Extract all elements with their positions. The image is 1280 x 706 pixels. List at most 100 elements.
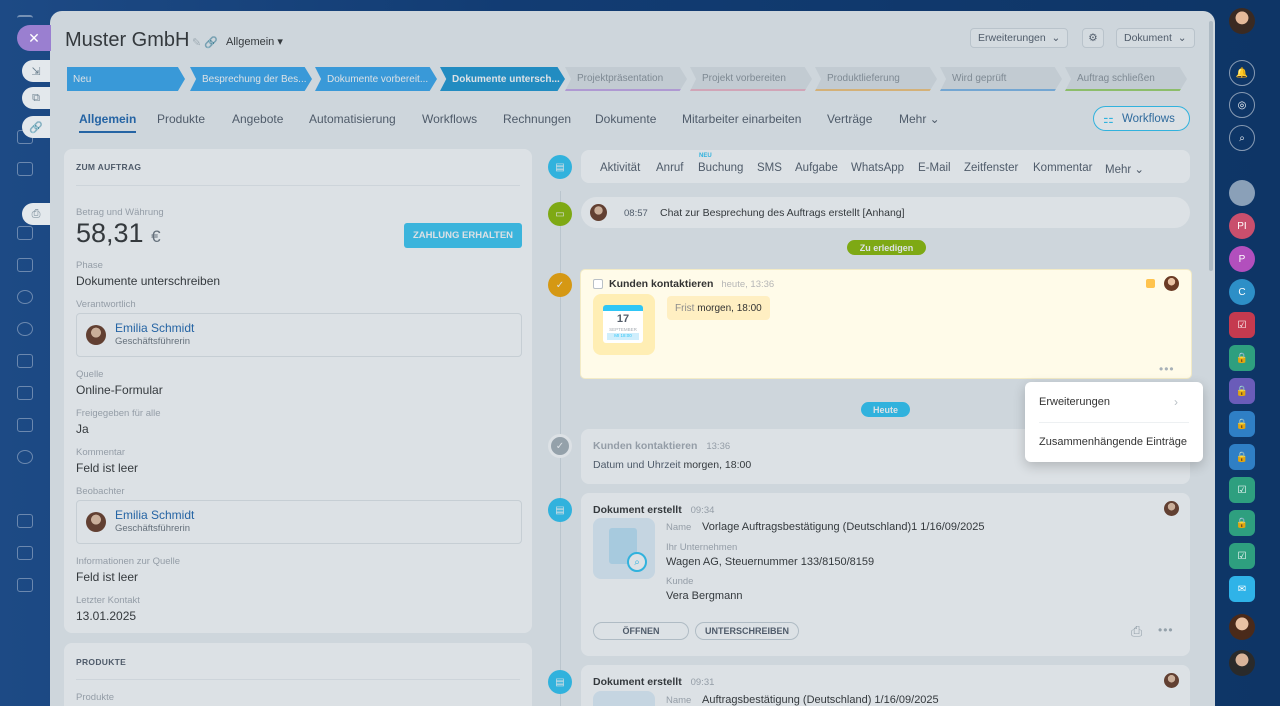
store-icon[interactable] — [17, 354, 33, 368]
chat-icon[interactable] — [17, 162, 33, 176]
timeslot-item[interactable]: Zeitfenster — [964, 162, 1018, 174]
tab-mitarbeiter-einarbeiten[interactable]: Mitarbeiter einarbeiten — [682, 112, 801, 126]
task-chat-icon[interactable]: ☑ — [1229, 312, 1255, 338]
tab-produkte[interactable]: Produkte — [157, 112, 205, 126]
settings-gear-icon[interactable]: ⚙ — [1082, 28, 1104, 48]
target-icon[interactable]: ◎ — [1229, 92, 1255, 118]
more-item[interactable]: Mehr ⌄ — [1105, 162, 1144, 176]
section-title: ZUM AUFTRAG — [76, 162, 142, 172]
booking-item[interactable]: Buchung — [698, 162, 743, 174]
edit-title-icon[interactable]: ✎ 🔗 — [192, 36, 218, 49]
stage-item-current[interactable]: Dokumente untersch... — [440, 67, 565, 91]
notifications-icon[interactable]: 🔔 — [1229, 60, 1255, 86]
contact-avatar-p[interactable]: P — [1229, 246, 1255, 272]
task-chat-icon[interactable]: ☑ — [1229, 477, 1255, 503]
settings-icon[interactable] — [17, 450, 33, 464]
contacts-icon[interactable] — [17, 290, 33, 304]
minimize-icon[interactable]: ⇲ — [22, 60, 50, 82]
tab-angebote[interactable]: Angebote — [232, 112, 283, 126]
crm-icon[interactable] — [17, 418, 33, 432]
document-button[interactable]: Dokument ⌄ — [1116, 28, 1195, 48]
print-side-icon[interactable]: ⎙ — [22, 203, 50, 225]
menu-item-extensions[interactable]: Erweiterungen — [1039, 396, 1110, 408]
contact-avatar-c[interactable]: C — [1229, 279, 1255, 305]
menu-icon[interactable] — [17, 15, 33, 23]
todo-title-text[interactable]: Kunden kontaktieren — [609, 278, 713, 290]
sites-icon[interactable] — [17, 322, 33, 336]
category-selector[interactable]: Allgemein ▾ — [226, 35, 283, 48]
contact-avatar[interactable] — [1229, 650, 1255, 676]
stage-item[interactable]: Besprechung der Bes... — [190, 67, 312, 91]
tab-automatisierung[interactable]: Automatisierung — [309, 112, 396, 126]
open-button[interactable]: ÖFFNEN — [593, 622, 689, 640]
calendar-month: SEPTEMBER — [609, 327, 637, 332]
payment-received-button[interactable]: ZAHLUNG ERHALTEN — [404, 223, 522, 248]
todo-checkbox[interactable] — [593, 279, 603, 289]
edit-icon[interactable] — [17, 386, 33, 400]
stage-item[interactable]: Wird geprüft — [940, 67, 1062, 91]
tab-allgemein[interactable]: Allgemein — [79, 112, 137, 133]
sign-button[interactable]: UNTERSCHREIBEN — [695, 622, 799, 640]
mail-icon[interactable] — [17, 258, 33, 272]
copy-link-icon[interactable]: 🔗 — [22, 116, 50, 138]
stage-item[interactable]: Neu — [67, 67, 185, 91]
tab-dokumente[interactable]: Dokumente — [595, 112, 656, 126]
search-chat-icon[interactable]: ⌕ — [1229, 125, 1255, 151]
contact-avatar-pi[interactable]: PI — [1229, 213, 1255, 239]
lock-chat-icon[interactable]: 🔒 — [1229, 378, 1255, 404]
done-detail-value: morgen, 18:00 — [683, 459, 752, 471]
stage-item[interactable]: Dokumente vorbereit... — [315, 67, 437, 91]
more-options-icon[interactable]: ••• — [1158, 623, 1174, 637]
group-avatar[interactable] — [1229, 180, 1255, 206]
chat-text[interactable]: Chat zur Besprechung des Auftrags erstel… — [660, 207, 905, 219]
user-avatar[interactable] — [1229, 8, 1255, 34]
more-options-icon[interactable]: ••• — [1159, 362, 1175, 376]
stage-item[interactable]: Projekt vorbereiten — [690, 67, 812, 91]
deadline-chip[interactable]: Frist morgen, 18:00 — [667, 296, 770, 320]
comment-item[interactable]: Kommentar — [1033, 162, 1092, 174]
priority-flag-icon[interactable] — [1146, 279, 1155, 288]
doc1-company-label: Ihr Unternehmen — [666, 542, 738, 553]
lock-chat-icon[interactable]: 🔒 — [1229, 411, 1255, 437]
sms-item[interactable]: SMS — [757, 162, 782, 174]
task-chat-icon[interactable]: ☑ — [1229, 543, 1255, 569]
tab-workflows[interactable]: Workflows — [422, 112, 477, 126]
divider — [76, 679, 520, 680]
tab-vertraege[interactable]: Verträge — [827, 112, 872, 126]
reports-icon[interactable] — [17, 546, 33, 560]
lock-chat-icon[interactable]: 🔒 — [1229, 510, 1255, 536]
email-item[interactable]: E-Mail — [918, 162, 951, 174]
scrollbar[interactable] — [1209, 21, 1213, 271]
chevron-right-icon: › — [1174, 395, 1178, 409]
responsible-person[interactable]: Emilia Schmidt Geschäftsführerin — [76, 313, 522, 357]
observer-person[interactable]: Emilia Schmidt Geschäftsführerin — [76, 500, 522, 544]
apps-icon[interactable] — [17, 578, 33, 592]
workflows-button[interactable]: ⚏ Workflows — [1093, 106, 1190, 131]
call-item[interactable]: Anruf — [656, 162, 684, 174]
tab-mehr[interactable]: Mehr ⌄ — [899, 112, 940, 126]
whatsapp-item[interactable]: WhatsApp — [851, 162, 904, 174]
document-label: Dokument — [1124, 32, 1172, 44]
responsible-name[interactable]: Emilia Schmidt — [115, 321, 194, 335]
lock-chat-icon[interactable]: 🔒 — [1229, 444, 1255, 470]
tasks-icon[interactable] — [17, 226, 33, 240]
extensions-button[interactable]: Erweiterungen ⌄ — [970, 28, 1069, 48]
document-thumbnail-icon[interactable] — [593, 691, 655, 706]
menu-item-related-entries[interactable]: Zusammenhängende Einträge — [1039, 436, 1187, 448]
contact-avatar[interactable] — [1229, 614, 1255, 640]
stage-item[interactable]: Produktlieferung — [815, 67, 937, 91]
calendar-icon[interactable] — [17, 514, 33, 528]
open-new-window-icon[interactable]: ⧉ — [22, 87, 50, 109]
message-chat-icon[interactable]: ✉ — [1229, 576, 1255, 602]
tab-rechnungen[interactable]: Rechnungen — [503, 112, 571, 126]
todo-card[interactable]: Kunden kontaktieren heute, 13:36 17 SEPT… — [581, 270, 1191, 378]
print-icon[interactable]: ⎙ — [1131, 623, 1142, 640]
lock-chat-icon[interactable]: 🔒 — [1229, 345, 1255, 371]
task-item[interactable]: Aufgabe — [795, 162, 838, 174]
stage-item[interactable]: Projektpräsentation — [565, 67, 687, 91]
close-slider-button[interactable]: ✕ — [17, 25, 51, 51]
stage-item[interactable]: Auftrag schließen — [1065, 67, 1187, 91]
observer-name[interactable]: Emilia Schmidt — [115, 508, 194, 522]
activity-item[interactable]: Aktivität — [600, 162, 640, 174]
document-thumbnail-icon[interactable]: ⌕ — [593, 518, 655, 579]
